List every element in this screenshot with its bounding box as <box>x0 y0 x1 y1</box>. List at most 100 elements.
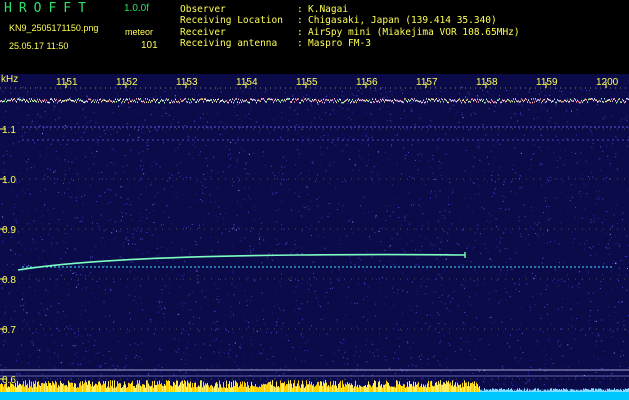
amplitude-bar <box>455 382 456 392</box>
amplitude-bar <box>67 386 68 392</box>
amplitude-bar <box>440 380 441 392</box>
amplitude-bar <box>617 389 618 392</box>
carrier-band-pixel <box>100 98 101 100</box>
info-label-observer: Observer <box>180 4 226 15</box>
amplitude-bar <box>480 390 481 392</box>
amplitude-bar <box>456 386 457 392</box>
carrier-band-pixel <box>301 99 302 102</box>
carrier-band-pixel <box>587 101 588 103</box>
carrier-band-pixel <box>307 98 308 100</box>
amplitude-bar <box>219 380 220 392</box>
carrier-band-pixel <box>266 101 267 103</box>
carrier-band-pixel <box>91 101 92 104</box>
amplitude-bar <box>550 388 551 392</box>
carrier-band-pixel <box>118 99 119 102</box>
carrier-band-pixel <box>260 100 261 102</box>
amplitude-bar <box>611 389 612 392</box>
carrier-band-pixel <box>363 99 364 102</box>
amplitude-bar <box>191 387 192 392</box>
amplitude-bar <box>497 389 498 392</box>
amplitude-bar <box>129 383 130 392</box>
carrier-band-pixel <box>312 99 313 101</box>
carrier-band-pixel <box>328 99 329 101</box>
carrier-band-pixel <box>379 101 380 104</box>
carrier-band-pixel <box>537 99 538 101</box>
amplitude-bar <box>262 384 263 392</box>
carrier-band-pixel <box>510 101 511 103</box>
amplitude-bar <box>321 381 322 392</box>
carrier-band-pixel <box>452 99 453 102</box>
amplitude-bar <box>225 387 226 392</box>
amplitude-bar <box>414 386 415 392</box>
amplitude-bar <box>438 381 439 392</box>
carrier-band-pixel <box>127 98 128 101</box>
amplitude-bar <box>382 387 383 392</box>
amplitude-bar <box>614 388 615 392</box>
amplitude-bar <box>373 383 374 392</box>
carrier-band-pixel <box>430 99 431 102</box>
carrier-band-pixel <box>79 99 80 102</box>
amplitude-bar <box>146 380 147 392</box>
carrier-band-pixel <box>337 99 338 101</box>
carrier-band-pixel <box>210 99 211 101</box>
carrier-band-pixel <box>418 100 419 103</box>
amplitude-bar <box>396 380 397 392</box>
carrier-band-pixel <box>90 98 91 101</box>
amplitude-bar <box>422 387 423 392</box>
carrier-band-pixel <box>493 101 494 104</box>
amplitude-bar <box>474 381 475 392</box>
carrier-band-pixel <box>21 99 22 102</box>
carrier-band-pixel <box>376 100 377 103</box>
amplitude-bar <box>552 390 553 392</box>
carrier-band-pixel <box>138 98 139 100</box>
carrier-band-pixel <box>97 99 98 101</box>
amplitude-bar <box>354 386 355 392</box>
carrier-band-pixel <box>142 101 143 103</box>
amplitude-bar <box>167 381 168 392</box>
amplitude-bar <box>196 387 197 392</box>
carrier-band-pixel <box>503 100 504 102</box>
carrier-band-pixel <box>154 99 155 101</box>
carrier-band-pixel <box>135 101 136 103</box>
amplitude-bar <box>501 388 502 392</box>
carrier-band-pixel <box>598 100 599 103</box>
carrier-band-pixel <box>85 101 86 103</box>
carrier-band-pixel <box>2 101 3 103</box>
carrier-band-pixel <box>156 99 157 101</box>
carrier-band-pixel <box>516 100 517 102</box>
amplitude-bar <box>612 389 613 392</box>
amplitude-bar <box>169 381 170 392</box>
carrier-band-pixel <box>93 99 94 101</box>
info-label-location: Receiving Location <box>180 15 283 26</box>
carrier-band-pixel <box>578 100 579 103</box>
amplitude-bar <box>547 389 548 392</box>
carrier-band-pixel <box>111 100 112 102</box>
carrier-band-pixel <box>508 99 509 101</box>
amplitude-bar <box>294 380 295 392</box>
amplitude-bar <box>220 384 221 392</box>
amplitude-bar <box>299 385 300 392</box>
carrier-band-pixel <box>122 100 123 103</box>
carrier-band-pixel <box>102 99 103 102</box>
carrier-band-pixel <box>482 100 483 102</box>
amplitude-bar <box>90 384 91 392</box>
carrier-band-pixel <box>373 101 374 103</box>
carrier-band-pixel <box>369 99 370 101</box>
amplitude-bar <box>78 387 79 392</box>
carrier-band-pixel <box>120 98 121 100</box>
carrier-band-pixel <box>586 99 587 101</box>
amplitude-bar <box>217 383 218 392</box>
amplitude-bar <box>132 380 133 392</box>
carrier-band-pixel <box>616 102 617 104</box>
carrier-band-pixel <box>597 101 598 103</box>
carrier-band-pixel <box>324 101 325 104</box>
carrier-band-pixel <box>56 98 57 101</box>
carrier-band-pixel <box>258 99 259 101</box>
amplitude-bar <box>539 390 540 392</box>
carrier-band-pixel <box>368 100 369 102</box>
carrier-band-pixel <box>238 98 239 100</box>
carrier-band-pixel <box>562 101 563 103</box>
amplitude-bar <box>488 390 489 392</box>
carrier-band-pixel <box>165 99 166 101</box>
amplitude-bar <box>230 387 231 392</box>
